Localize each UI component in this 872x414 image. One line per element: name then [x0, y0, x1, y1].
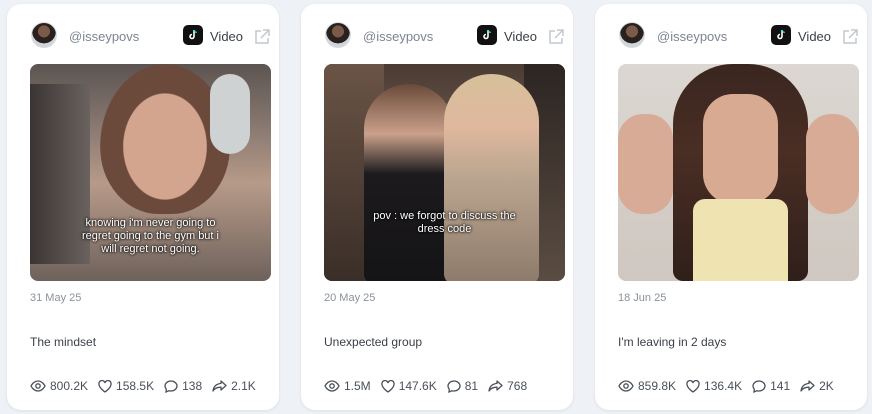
- post-date: 18 Jun 25: [618, 292, 667, 304]
- external-link-icon[interactable]: [253, 28, 271, 46]
- thumbnail-caption: knowing i'm never going to regret going …: [82, 217, 219, 255]
- post-title: The mindset: [30, 335, 97, 349]
- external-link-icon[interactable]: [841, 28, 859, 46]
- shares-count: 2.1K: [231, 379, 256, 393]
- platform-label: Video: [504, 29, 538, 44]
- post-card[interactable]: @isseypovs Video 18 Jun 25 I'm leaving i…: [595, 4, 867, 410]
- video-thumbnail[interactable]: pov : we forgot to discuss the dress cod…: [324, 64, 565, 281]
- comment-icon: [164, 379, 178, 393]
- views-count: 859.8K: [638, 379, 677, 393]
- tiktok-icon: [771, 25, 791, 45]
- tiktok-icon: [183, 25, 203, 45]
- comments-stat: 141: [752, 379, 790, 393]
- video-thumbnail[interactable]: [618, 64, 859, 281]
- post-stats: 1.5M 147.6K 81 768: [324, 379, 537, 393]
- comments-stat: 81: [447, 379, 478, 393]
- shares-count: 768: [507, 379, 528, 393]
- post-title: Unexpected group: [324, 335, 423, 349]
- comments-stat: 138: [164, 379, 202, 393]
- card-header: @isseypovs Video: [7, 18, 279, 52]
- post-card[interactable]: @isseypovs Video knowing i'm never going…: [7, 4, 279, 410]
- external-link-icon[interactable]: [547, 28, 565, 46]
- comments-count: 141: [770, 379, 791, 393]
- comments-count: 138: [182, 379, 203, 393]
- eye-icon: [618, 380, 634, 392]
- post-stats: 859.8K 136.4K 141 2K: [618, 379, 844, 393]
- post-stats: 800.2K 158.5K 138 2.1K: [30, 379, 266, 393]
- post-card[interactable]: @isseypovs Video pov : we forgot to disc…: [301, 4, 573, 410]
- tiktok-icon: [477, 25, 497, 45]
- account-handle[interactable]: @isseypovs: [657, 29, 727, 44]
- heart-icon: [686, 379, 700, 393]
- likes-stat: 136.4K: [686, 379, 742, 393]
- post-date: 20 May 25: [324, 292, 376, 304]
- card-header: @isseypovs Video: [595, 18, 867, 52]
- shares-count: 2K: [819, 379, 834, 393]
- comment-icon: [752, 379, 766, 393]
- thumbnail-caption: pov : we forgot to discuss the dress cod…: [373, 210, 516, 235]
- account-handle[interactable]: @isseypovs: [363, 29, 433, 44]
- share-icon: [488, 380, 503, 392]
- eye-icon: [30, 380, 46, 392]
- comments-count: 81: [464, 379, 479, 393]
- likes-count: 158.5K: [116, 379, 155, 393]
- avatar[interactable]: [619, 22, 645, 48]
- eye-icon: [324, 380, 340, 392]
- avatar[interactable]: [325, 22, 351, 48]
- shares-stat: 768: [488, 379, 527, 393]
- heart-icon: [381, 379, 395, 393]
- share-icon: [212, 380, 227, 392]
- views-stat: 1.5M: [324, 379, 371, 393]
- video-thumbnail[interactable]: knowing i'm never going to regret going …: [30, 64, 271, 281]
- views-count: 1.5M: [344, 379, 371, 393]
- post-title: I'm leaving in 2 days: [618, 335, 727, 349]
- views-stat: 800.2K: [30, 379, 88, 393]
- likes-count: 136.4K: [704, 379, 743, 393]
- card-header: @isseypovs Video: [301, 18, 573, 52]
- shares-stat: 2K: [800, 379, 834, 393]
- comment-icon: [447, 379, 461, 393]
- likes-stat: 158.5K: [98, 379, 154, 393]
- views-stat: 859.8K: [618, 379, 676, 393]
- heart-icon: [98, 379, 112, 393]
- account-handle[interactable]: @isseypovs: [69, 29, 139, 44]
- platform-label: Video: [210, 29, 244, 44]
- views-count: 800.2K: [50, 379, 89, 393]
- share-icon: [800, 380, 815, 392]
- platform-label: Video: [798, 29, 832, 44]
- shares-stat: 2.1K: [212, 379, 256, 393]
- avatar[interactable]: [31, 22, 57, 48]
- post-date: 31 May 25: [30, 292, 82, 304]
- likes-stat: 147.6K: [381, 379, 437, 393]
- likes-count: 147.6K: [398, 379, 437, 393]
